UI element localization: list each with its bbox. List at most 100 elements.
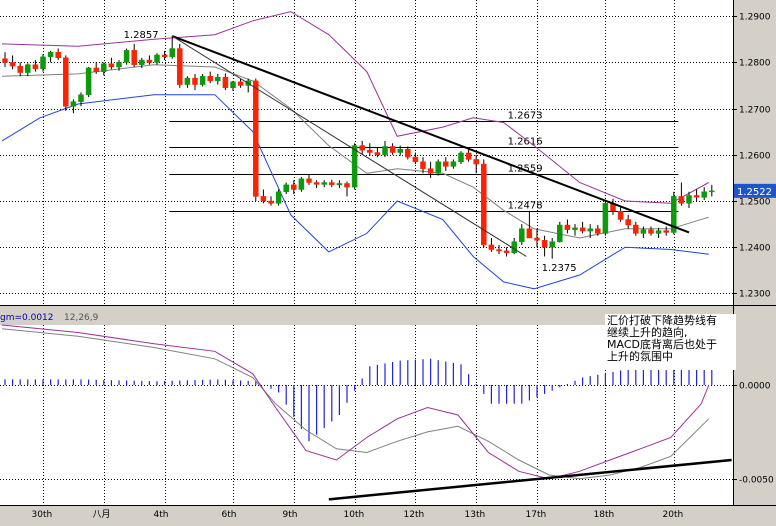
time-tick-label: 18th — [594, 510, 615, 520]
bull-candle — [154, 54, 160, 63]
time-tick-label: 17th — [526, 510, 547, 520]
bear-candle — [496, 249, 502, 252]
bear-candle — [693, 195, 700, 198]
bull-candle — [321, 182, 327, 185]
macd-value-label: gm=0.0012 — [0, 313, 54, 323]
bull-candle — [275, 191, 282, 204]
macd-tick-label: 0.0000 — [739, 382, 771, 392]
bear-candle — [222, 76, 229, 89]
bear-candle — [306, 178, 312, 183]
bull-candle — [572, 227, 578, 230]
analysis-note: 汇价打破下降趋势线有 继续上升的趋向, MACD底背离后也处于 上升的氛围中 — [605, 314, 736, 370]
price-tick-label: 1.2800 — [739, 59, 771, 69]
bear-candle — [405, 149, 411, 158]
bear-candle — [32, 64, 39, 70]
bear-candle — [526, 228, 533, 239]
current-price-label: 1.2522 — [737, 187, 772, 198]
bull-candle — [351, 145, 358, 188]
time-tick-label: 6th — [222, 510, 237, 520]
bear-candle — [177, 48, 183, 85]
bear-candle — [427, 168, 434, 174]
time-tick-label: 9th — [283, 510, 298, 520]
bear-candle — [412, 156, 419, 162]
bear-candle — [648, 229, 654, 234]
bull-candle — [435, 161, 441, 174]
macd-tick-label: -0.0050 — [739, 476, 774, 486]
macd-params-label: 12,26,9 — [64, 313, 99, 323]
bull-candle — [450, 161, 457, 167]
bear-candle — [268, 200, 274, 204]
bull-candle — [70, 101, 77, 107]
bull-candle — [78, 94, 84, 102]
bull-candle — [101, 63, 107, 72]
bear-candle — [625, 219, 631, 226]
bull-candle — [85, 67, 92, 95]
bear-candle — [488, 244, 495, 250]
bull-candle — [47, 51, 54, 58]
bull-candle — [199, 76, 206, 85]
price-annotation: 1.2375 — [542, 263, 577, 274]
bull-candle — [557, 224, 563, 242]
time-tick-label: 10th — [344, 510, 365, 520]
bull-candle — [549, 241, 555, 248]
bull-candle — [397, 149, 403, 153]
bear-candle — [633, 224, 639, 234]
bear-candle — [17, 65, 23, 73]
time-tick-label: 20th — [663, 510, 684, 520]
bull-candle — [382, 146, 388, 156]
time-tick-label: 13th — [465, 510, 486, 520]
bear-candle — [192, 77, 198, 85]
bear-candle — [291, 184, 297, 190]
bull-candle — [116, 62, 122, 68]
forex-chart: 1.2900 1.2800 1.2700 1.2600 1.2500 1.2400 1.23… — [0, 0, 776, 522]
chart-canvas: 1.2900 1.2800 1.2700 1.2600 1.2500 1.2400 1.23… — [0, 0, 776, 522]
bear-candle — [207, 76, 213, 82]
price-panel: 1.2900 1.2800 1.2700 1.2600 1.2500 1.2400 1.23… — [0, 0, 776, 306]
bear-candle — [541, 240, 548, 248]
bear-candle — [367, 149, 373, 153]
bear-candle — [146, 59, 153, 63]
bear-candle — [473, 159, 479, 165]
time-tick-label: 八月 — [93, 509, 111, 520]
bear-candle — [253, 80, 259, 197]
bear-candle — [329, 182, 335, 186]
bear-candle — [678, 196, 685, 204]
level-label: 1.2478 — [508, 201, 543, 212]
bull-candle — [40, 56, 46, 70]
bear-candle — [663, 230, 669, 233]
price-tick-label: 1.2700 — [739, 106, 771, 116]
bear-candle — [465, 152, 472, 160]
bear-candle — [617, 210, 624, 220]
bull-candle — [139, 59, 145, 65]
bear-candle — [108, 63, 115, 68]
bear-candle — [503, 250, 510, 254]
bear-candle — [481, 163, 487, 246]
bull-candle — [655, 230, 662, 234]
bull-candle — [230, 81, 236, 89]
bull-candle — [640, 229, 647, 234]
level-label: 1.2616 — [508, 137, 543, 148]
bear-candle — [55, 51, 61, 59]
bull-candle — [587, 228, 593, 232]
time-tick-label: 30th — [32, 510, 53, 520]
bear-candle — [420, 161, 426, 169]
bear-candle — [579, 227, 586, 232]
bull-candle — [519, 228, 525, 242]
bull-candle — [283, 184, 289, 193]
level-label: 1.2673 — [508, 111, 543, 122]
bear-candle — [2, 58, 8, 63]
bull-candle — [25, 64, 31, 73]
bear-candle — [389, 146, 396, 153]
bull-candle — [458, 152, 464, 162]
bear-candle — [131, 50, 137, 65]
price-tick-label: 1.2900 — [739, 13, 771, 23]
bull-candle — [123, 50, 130, 63]
time-tick-label: 12th — [404, 510, 425, 520]
price-annotation: 1.2857 — [124, 30, 159, 41]
price-tick-label: 1.2400 — [739, 244, 771, 254]
bear-candle — [359, 145, 365, 151]
time-tick-label: 4th — [154, 510, 169, 520]
bear-candle — [237, 81, 244, 86]
bull-candle — [686, 195, 692, 204]
bear-candle — [534, 237, 540, 241]
